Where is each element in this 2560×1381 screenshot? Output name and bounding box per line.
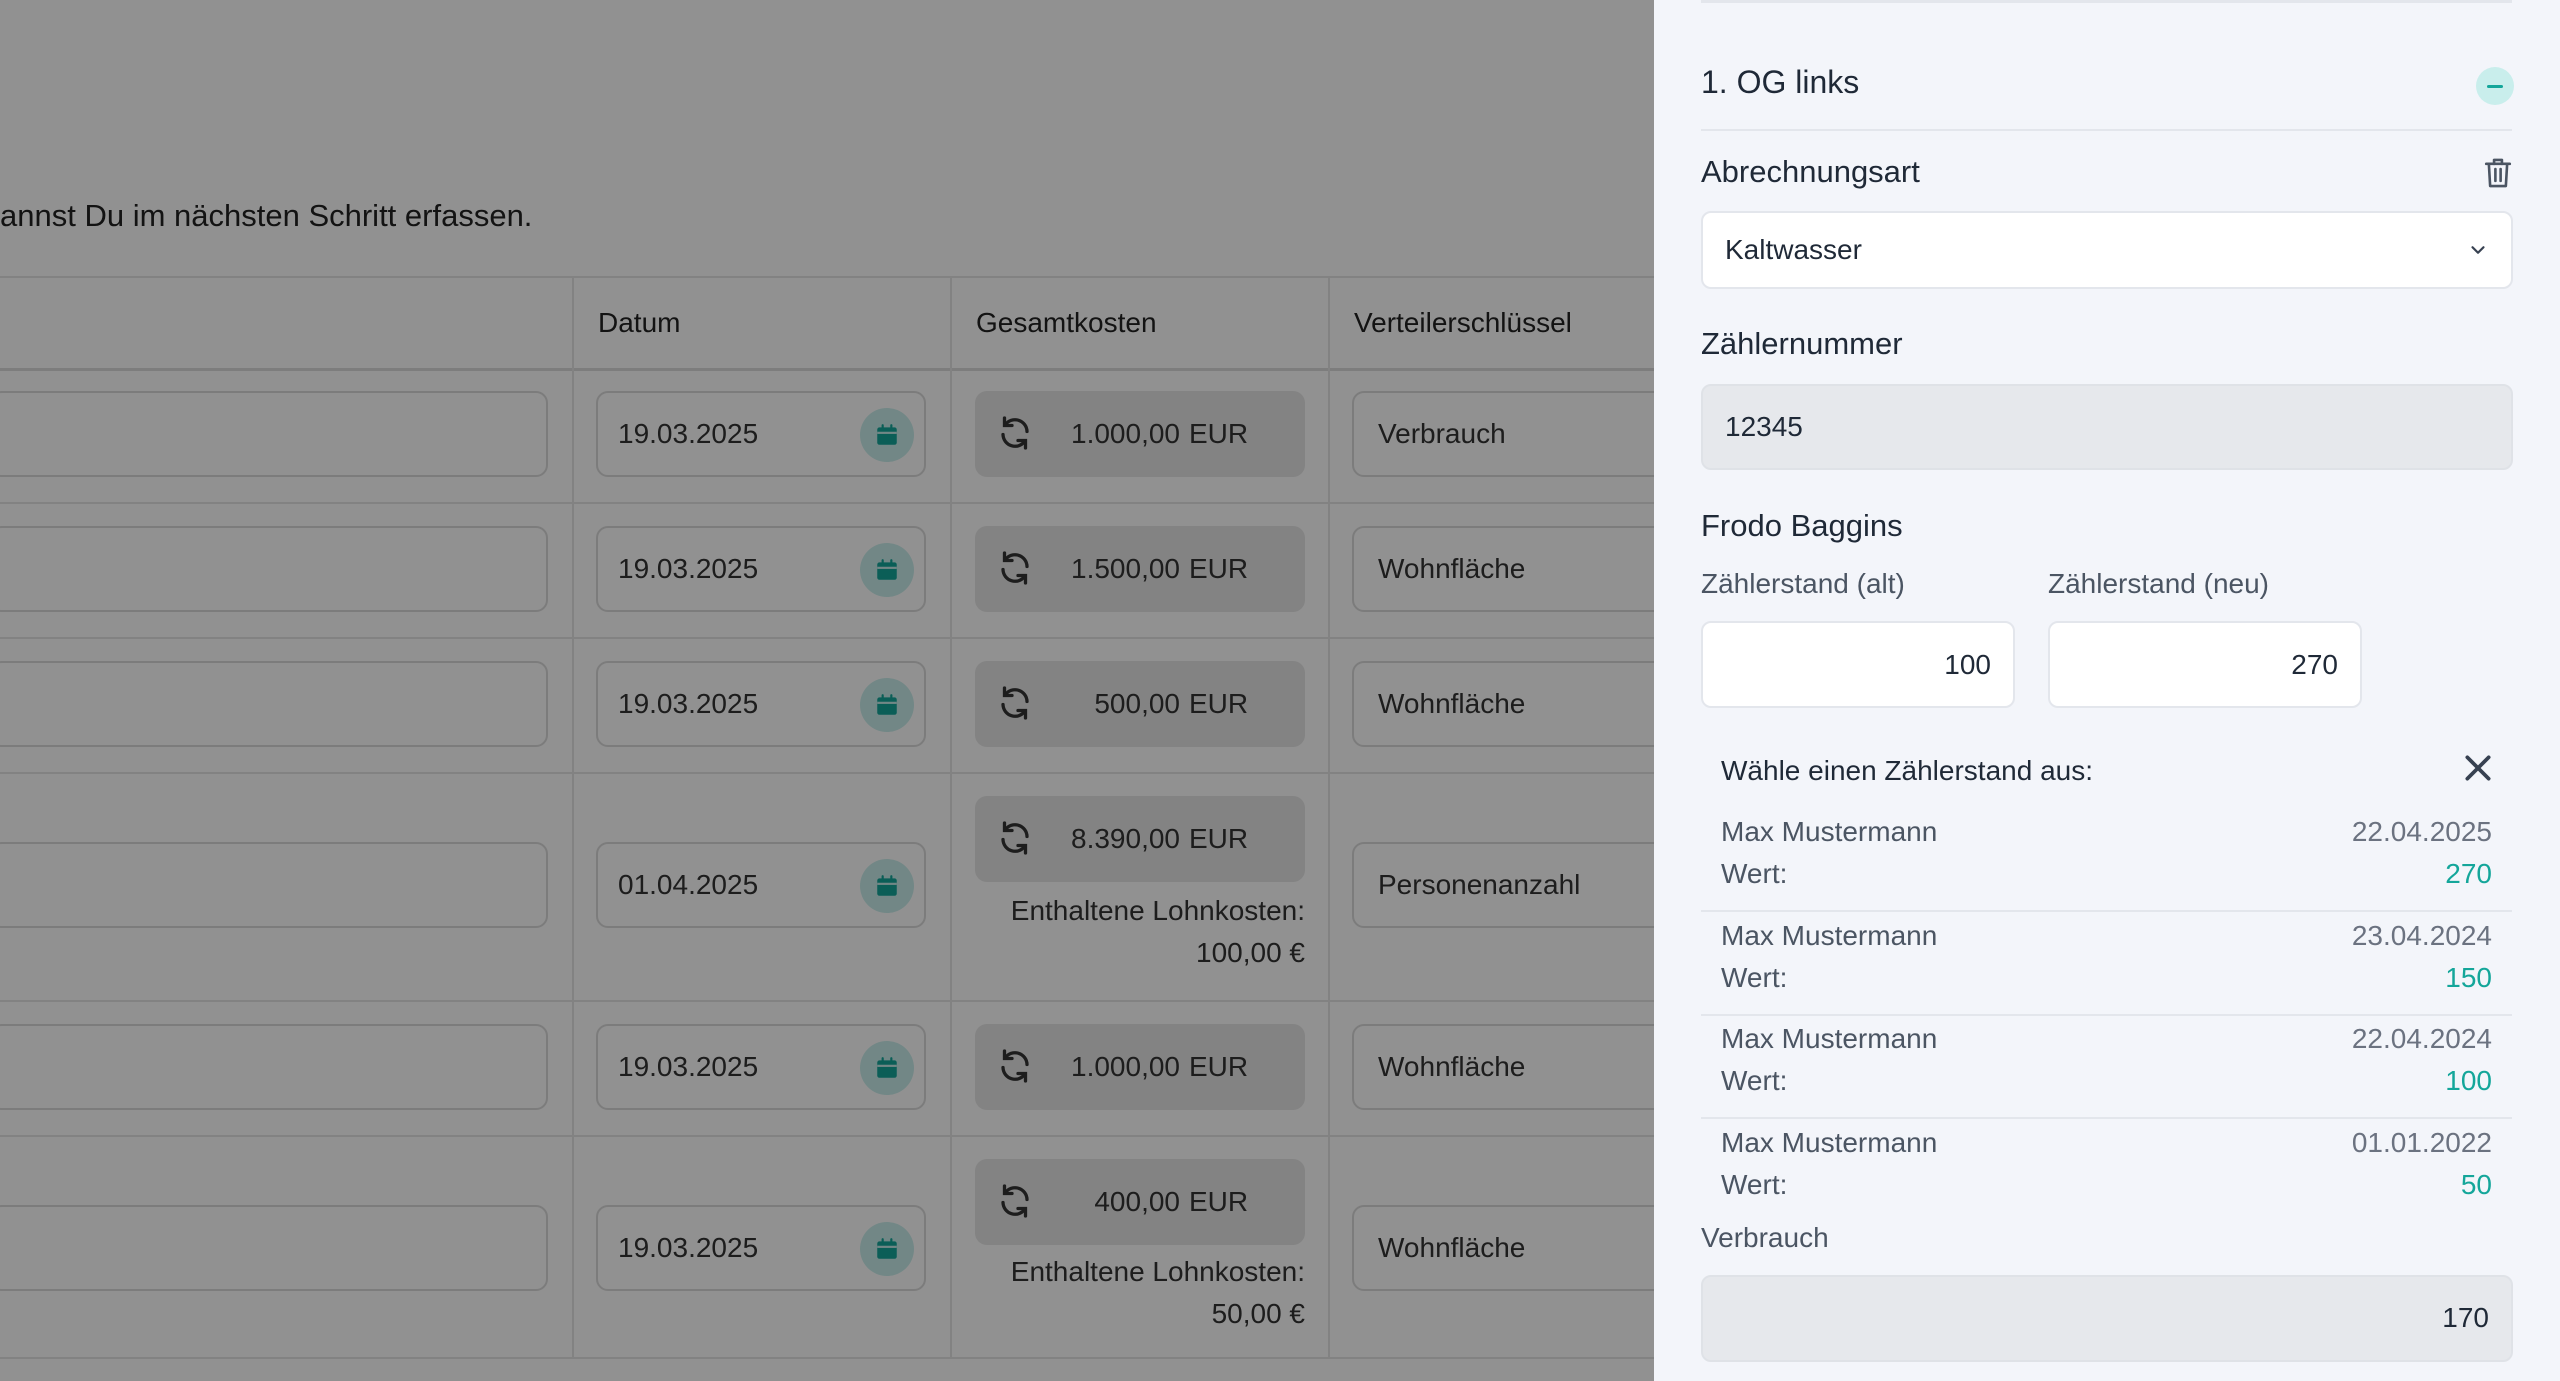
modal-backdrop[interactable] — [0, 0, 1654, 1381]
stand-alt-label: Zählerstand (alt) — [1701, 568, 1905, 599]
zaehlernummer-field: 12345 — [1701, 384, 2513, 470]
abrechnungsart-value: Kaltwasser — [1725, 234, 1862, 265]
reading-option[interactable]: Max Mustermann 01.01.2022 Wert: 50 — [1701, 1119, 2512, 1211]
reading-name: Max Mustermann — [1721, 816, 1938, 847]
stand-alt-input[interactable]: 100 — [1701, 621, 2015, 708]
reading-value: 100 — [2445, 1065, 2492, 1096]
stand-alt-value: 100 — [1944, 649, 1991, 680]
stand-neu-label: Zählerstand (neu) — [2048, 568, 2270, 599]
tenant-name: Frodo Baggins — [1701, 508, 1903, 543]
reading-name: Max Mustermann — [1721, 920, 1938, 951]
zaehlernummer-value: 12345 — [1725, 411, 1803, 442]
trash-icon[interactable] — [2482, 156, 2514, 195]
verbrauch-value: 170 — [2442, 1302, 2489, 1333]
reading-name: Max Mustermann — [1721, 1023, 1938, 1054]
close-icon[interactable] — [2462, 752, 2494, 789]
reading-value: 150 — [2445, 962, 2492, 993]
divider — [1701, 0, 2512, 3]
reading-option[interactable]: Max Mustermann 23.04.2024 Wert: 150 — [1701, 912, 2512, 1016]
reading-option[interactable]: Max Mustermann 22.04.2025 Wert: 270 — [1701, 808, 2512, 912]
reading-date: 01.01.2022 — [2351, 1127, 2492, 1158]
stand-neu-value: 270 — [2291, 649, 2338, 680]
reading-value: 50 — [2460, 1169, 2492, 1200]
reading-value-label: Wert: — [1721, 962, 1788, 993]
reading-picker-title: Wähle einen Zählerstand aus: — [1721, 755, 2093, 786]
divider — [1701, 129, 2512, 131]
reading-date: 22.04.2025 — [2351, 816, 2492, 847]
verbrauch-field: 170 — [1701, 1275, 2513, 1362]
stand-neu-input[interactable]: 270 — [2048, 621, 2362, 708]
reading-value-label: Wert: — [1721, 1169, 1788, 1200]
reading-name: Max Mustermann — [1721, 1127, 1938, 1158]
zaehlernummer-label: Zählernummer — [1701, 326, 1903, 361]
reading-option[interactable]: Max Mustermann 22.04.2024 Wert: 100 — [1701, 1015, 2512, 1119]
meter-side-panel: 1. OG links Abrechnungsart Kaltwasser Zä… — [1654, 0, 2560, 1381]
reading-value-label: Wert: — [1721, 858, 1788, 889]
minus-icon[interactable] — [2476, 67, 2514, 105]
verbrauch-label: Verbrauch — [1701, 1222, 1829, 1253]
reading-date: 23.04.2024 — [2351, 920, 2492, 951]
reading-value: 270 — [2445, 858, 2492, 889]
section-title: 1. OG links — [1701, 64, 1860, 100]
background-page: annst Du im nächsten Schritt erfassen. D… — [0, 0, 1654, 1381]
abrechnungsart-label: Abrechnungsart — [1701, 154, 1920, 189]
abrechnungsart-select[interactable]: Kaltwasser — [1701, 211, 2513, 289]
reading-date: 22.04.2024 — [2351, 1023, 2492, 1054]
chevron-down-icon — [2467, 239, 2489, 266]
reading-value-label: Wert: — [1721, 1065, 1788, 1096]
